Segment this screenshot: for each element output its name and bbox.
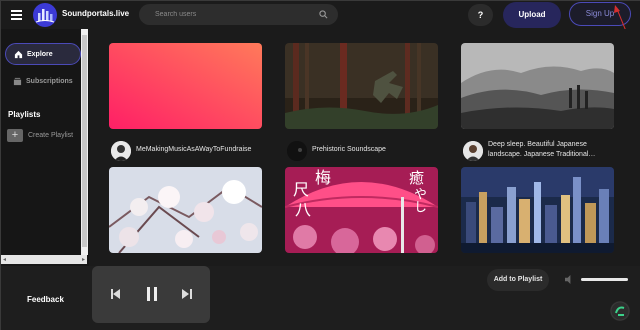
site-logo[interactable] — [33, 3, 57, 27]
card-avatar-3[interactable] — [463, 141, 483, 161]
playback-controls — [92, 266, 210, 323]
scroll-right-icon[interactable]: ▸ — [82, 256, 85, 263]
kanji-hachi: 八 — [295, 200, 312, 219]
skip-previous-icon[interactable] — [111, 286, 121, 302]
card-title-2[interactable]: Prehistoric Soundscape — [312, 145, 442, 155]
card-title-1[interactable]: MeMakingMusicAsAWayToFundraise — [136, 145, 266, 155]
kanji-shaku: 尺 — [293, 180, 310, 199]
sign-up-button[interactable]: Sign Up — [569, 2, 631, 26]
sidebar-item-label: Explore — [27, 51, 53, 58]
card-thumbnail-1[interactable] — [109, 43, 262, 129]
site-name[interactable]: Soundportals.live — [62, 9, 129, 18]
skip-next-icon[interactable] — [182, 286, 192, 302]
scroll-left-icon[interactable]: ◂ — [3, 256, 6, 263]
card-thumbnail-3[interactable] — [461, 43, 614, 129]
help-button[interactable]: ? — [468, 4, 493, 26]
kanji-iyashi: 癒 — [409, 169, 425, 187]
player-bar: Feedback Add to Playlist — [1, 266, 640, 330]
home-icon — [14, 50, 23, 59]
create-playlist-button[interactable]: + Create Playlist — [5, 129, 83, 143]
card-thumbnail-5[interactable]: 梅 尺 八 癒 やし — [285, 167, 438, 253]
search-input[interactable] — [155, 8, 315, 21]
app-window: Soundportals.live ? Upload Sign Up Explo… — [0, 0, 640, 330]
sidebar-item-explore[interactable]: Explore — [5, 43, 81, 65]
plus-icon: + — [7, 129, 23, 142]
card-avatar-1[interactable] — [111, 141, 131, 161]
card-thumbnail-2[interactable] — [285, 43, 438, 129]
top-bar: Soundportals.live ? Upload Sign Up — [1, 1, 640, 29]
upload-button[interactable]: Upload — [503, 2, 561, 28]
card-thumbnail-4[interactable] — [109, 167, 262, 253]
create-playlist-label: Create Playlist — [28, 132, 74, 139]
hamburger-menu-icon[interactable] — [11, 10, 22, 20]
volume-fill — [581, 278, 628, 281]
sidebar-vertical-scrollbar[interactable] — [81, 29, 88, 255]
volume-icon[interactable] — [565, 275, 574, 284]
sidebar-horizontal-scrollbar[interactable]: ◂ ▸ — [1, 255, 87, 264]
card-title-3[interactable]: Deep sleep. Beautiful Japanese landscape… — [488, 140, 608, 160]
kana-yashi: やし — [411, 187, 426, 213]
search-icon[interactable] — [319, 10, 328, 19]
scrollbar-thumb[interactable] — [82, 35, 87, 247]
card-thumbnail-6[interactable] — [461, 167, 614, 253]
add-to-playlist-button[interactable]: Add to Playlist — [487, 269, 549, 291]
sidebar-item-label: Subscriptions — [26, 78, 73, 85]
playlists-heading: Playlists — [8, 110, 41, 119]
volume-slider[interactable] — [581, 278, 628, 281]
search-bar[interactable] — [139, 4, 338, 25]
sidebar: Explore Subscriptions Playlists + Create… — [1, 29, 89, 266]
sidebar-item-subscriptions[interactable]: Subscriptions — [5, 71, 81, 93]
app-badge-icon[interactable] — [610, 301, 630, 321]
feedback-button[interactable]: Feedback — [27, 295, 64, 304]
subscriptions-icon — [13, 77, 22, 86]
card-avatar-2[interactable] — [287, 141, 307, 161]
kanji-ume: 梅 — [315, 168, 332, 187]
explore-feed: MeMakingMusicAsAWayToFundraise Prehistor… — [89, 29, 640, 266]
pause-icon[interactable] — [146, 286, 158, 302]
